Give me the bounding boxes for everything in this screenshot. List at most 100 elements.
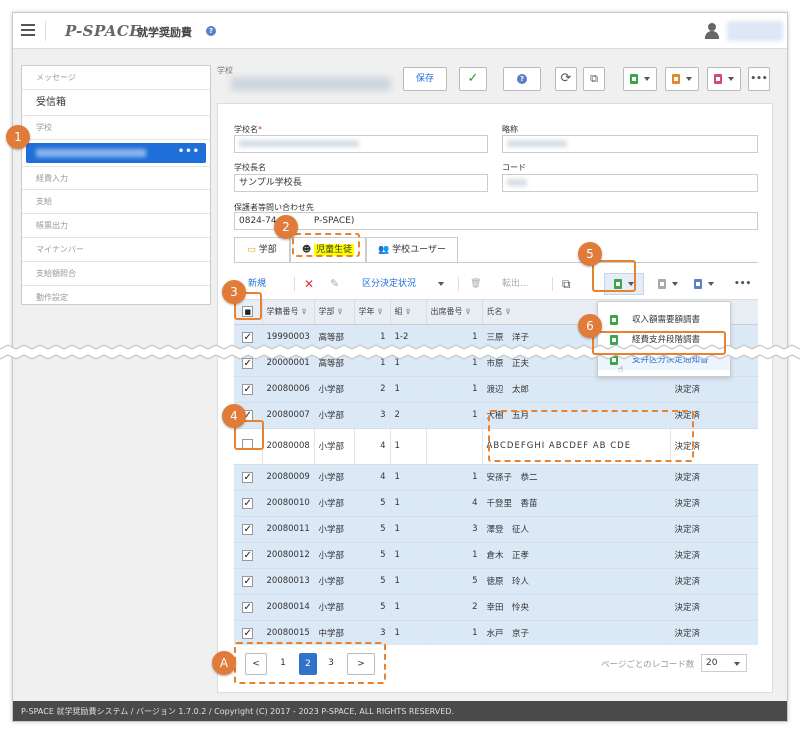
school-name-field[interactable] (234, 135, 488, 153)
chevron-down-icon (728, 76, 734, 81)
confirm-check-icon[interactable]: ✓ (459, 67, 487, 91)
row-checkbox[interactable]: ✓ (242, 471, 254, 483)
filter-icon[interactable]: ⊽ (506, 308, 511, 316)
sidebar-item-settings[interactable]: 動作設定 (22, 286, 210, 310)
row-checkbox-cell[interactable]: ✓ (234, 464, 263, 491)
table-row[interactable]: ✓ 20080014 小学部 5 1 2 幸田 怜央 決定済 (234, 594, 758, 621)
filter-icon[interactable]: ⊽ (302, 308, 307, 316)
cell-name: 安孫子 恭二 (482, 464, 671, 491)
user-name-blurred[interactable] (727, 21, 783, 41)
row-checkbox-cell[interactable]: ✓ (234, 594, 263, 621)
abbrev-field[interactable] (502, 135, 758, 153)
annotation-6-box (592, 331, 726, 355)
table-row[interactable]: ✓ 20080011 小学部 5 1 3 澤登 征人 決定済 (234, 516, 758, 543)
cell-grade: 3 (354, 402, 391, 429)
filter-icon[interactable]: ⊽ (466, 308, 471, 316)
status-filter-button[interactable]: 区分決定状況 (362, 270, 416, 298)
row-checkbox[interactable]: ✓ (242, 523, 254, 535)
chevron-down-icon (644, 76, 650, 81)
row-checkbox-cell[interactable]: ✓ (234, 490, 263, 517)
principal-field[interactable]: サンプル学校長 (234, 174, 488, 192)
cell-class: 1 (390, 376, 427, 403)
transfer-out-button[interactable]: 転出... (502, 270, 529, 298)
delete-icon[interactable]: ✕ (304, 270, 314, 298)
annotation-badge-5: 5 (578, 242, 602, 266)
cell-student-id: 20080013 (262, 568, 315, 595)
save-button[interactable]: 保存 (403, 67, 447, 91)
row-checkbox-cell[interactable]: ✓ (234, 542, 263, 569)
row-checkbox[interactable]: ✓ (242, 497, 254, 509)
excel-file-icon (630, 73, 638, 84)
row-checkbox[interactable]: ✓ (242, 549, 254, 561)
filter-icon[interactable]: ⊽ (406, 308, 411, 316)
row-checkbox[interactable]: ✓ (242, 627, 254, 639)
sidebar-item-inbox[interactable]: 受信箱 (22, 90, 210, 116)
filter-icon[interactable]: ⊽ (378, 308, 383, 316)
edit-icon[interactable]: ✎ (330, 270, 339, 298)
excel-export-button[interactable] (623, 67, 657, 91)
table-row[interactable]: ✓ 20080010 小学部 5 1 4 千登里 香苗 決定済 (234, 490, 758, 517)
new-window-icon[interactable]: ⧉ (583, 67, 605, 91)
filter-icon[interactable]: ⊽ (338, 308, 343, 316)
cell-dept: 小学部 (314, 516, 355, 543)
open-window-icon[interactable]: ⧉ (562, 270, 571, 298)
code-field[interactable] (502, 174, 758, 192)
header-grade[interactable]: 学年 ⊽ (354, 300, 391, 325)
csv-export-button[interactable] (665, 67, 699, 91)
grid-pdf-export-button[interactable] (694, 270, 714, 298)
cell-name: 徳原 玲人 (482, 568, 671, 595)
row-checkbox[interactable]: ✓ (242, 383, 254, 395)
header-class[interactable]: 組 ⊽ (390, 300, 427, 325)
tab-school-users[interactable]: 👥 学校ユーザー (366, 237, 458, 263)
hamburger-menu-icon[interactable] (21, 24, 35, 36)
trash-icon[interactable]: 🗑 (470, 270, 481, 298)
row-checkbox[interactable]: ✓ (242, 331, 254, 343)
cell-student-id: 20080008 (262, 428, 315, 465)
code-label: コード (502, 163, 526, 172)
tab-departments[interactable]: ▭ 学部 (234, 237, 290, 263)
cell-student-id: 20080011 (262, 516, 315, 543)
cell-name: 水戸 京子 (482, 620, 671, 645)
row-checkbox-cell[interactable]: ✓ (234, 516, 263, 543)
grid-csv-export-button[interactable] (658, 270, 678, 298)
table-row[interactable]: ✓ 20080013 小学部 5 1 5 徳原 玲人 決定済 (234, 568, 758, 595)
more-options-icon[interactable]: ••• (748, 67, 770, 91)
help-button[interactable]: ? (503, 67, 541, 91)
annotation-badge-a: A (212, 651, 236, 675)
table-row[interactable]: ✓ 20080006 小学部 2 1 1 渡辺 太郎 決定済 (234, 376, 758, 403)
grid-more-options-icon[interactable]: ••• (734, 270, 751, 298)
header-attendance-no[interactable]: 出席番号 ⊽ (426, 300, 483, 325)
row-checkbox[interactable]: ✓ (242, 601, 254, 613)
annotation-name-overflow-box (488, 410, 694, 462)
user-icon[interactable] (705, 23, 719, 39)
row-checkbox-cell[interactable]: ✓ (234, 568, 263, 595)
contact-field[interactable]: 0824-74- P-SPACE) (234, 212, 758, 230)
chevron-down-icon (708, 281, 714, 286)
cell-status: 決定済 (670, 376, 758, 403)
per-page-select[interactable]: 20 (701, 654, 747, 672)
cell-grade: 5 (354, 490, 391, 517)
cell-attendance-no: 1 (426, 376, 483, 403)
cell-status: 決定済 (670, 516, 758, 543)
pdf-export-button[interactable] (707, 67, 741, 91)
help-icon[interactable]: ? (206, 26, 216, 36)
row-checkbox[interactable]: ✓ (242, 575, 254, 587)
sidebar-item-payment[interactable]: 支給 (22, 190, 210, 214)
cell-name: 倉木 正孝 (482, 542, 671, 569)
header-dept[interactable]: 学部 ⊽ (314, 300, 355, 325)
sidebar-item-messages[interactable]: メッセージ (22, 66, 210, 90)
sidebar-item-my-number[interactable]: マイナンバー (22, 238, 210, 262)
table-row[interactable]: ✓ 20080012 小学部 5 1 1 倉木 正孝 決定済 (234, 542, 758, 569)
sidebar-item-payment-check[interactable]: 支給額照合 (22, 262, 210, 286)
main-section-label: 学校 (217, 66, 233, 75)
refresh-icon[interactable]: ⟳ (555, 67, 577, 91)
table-row[interactable]: ✓ 20080009 小学部 4 1 1 安孫子 恭二 決定済 (234, 464, 758, 491)
header-student-id[interactable]: 学籍番号 ⊽ (262, 300, 315, 325)
status-filter-chevron-icon[interactable] (432, 270, 444, 298)
sidebar-item-report-output[interactable]: 帳票出力 (22, 214, 210, 238)
chevron-down-icon (686, 76, 692, 81)
row-checkbox-cell[interactable]: ✓ (234, 376, 263, 403)
sidebar-item-expense-input[interactable]: 経費入力 (22, 166, 210, 190)
cell-dept: 小学部 (314, 490, 355, 517)
menu-item-income-demand-report[interactable]: 収入額需要額調書 (598, 310, 730, 330)
